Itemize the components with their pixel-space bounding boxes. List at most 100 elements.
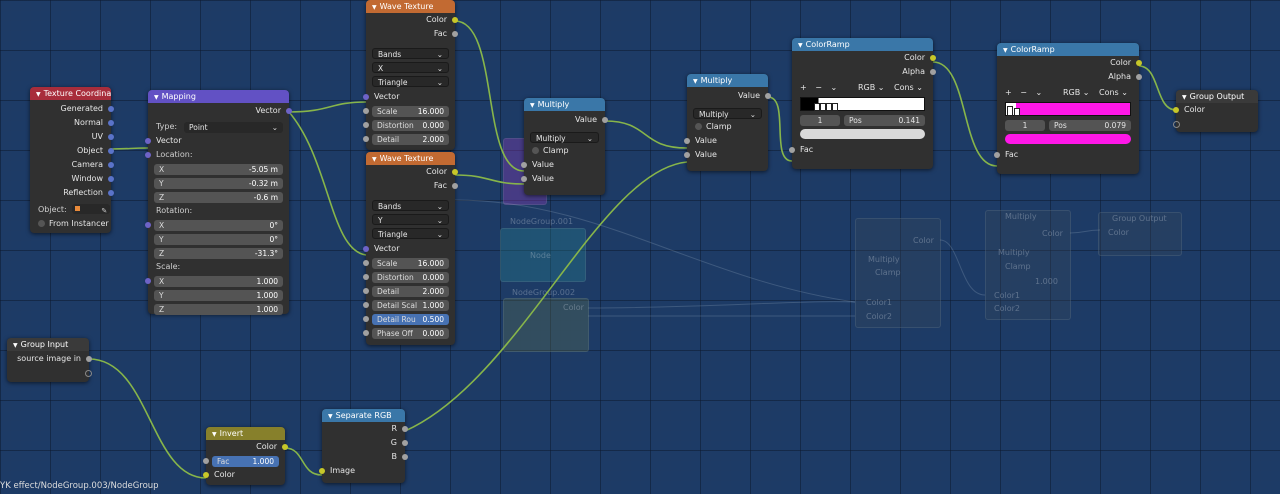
distortion-field-row[interactable]: Distortion 0.000 bbox=[363, 270, 455, 284]
operation-row[interactable]: Multiply ⌄ bbox=[687, 106, 768, 120]
color-ramp-gradient[interactable] bbox=[1005, 102, 1131, 116]
add-stop-button[interactable]: + bbox=[1005, 88, 1012, 97]
clamp-row[interactable]: Clamp bbox=[524, 144, 605, 158]
output-socket[interactable] bbox=[1136, 60, 1142, 66]
colorramp-header[interactable]: ▼ ColorRamp bbox=[997, 43, 1139, 56]
color-mode-dropdown[interactable]: RGB ⌄ bbox=[858, 81, 885, 95]
operation-dropdown[interactable]: Multiply ⌄ bbox=[530, 132, 599, 143]
scale-field-row[interactable]: Scale 16.000 bbox=[363, 256, 455, 270]
detail-roughness-field-row[interactable]: Detail Rou 0.500 bbox=[363, 312, 455, 326]
wave-type-dropdown[interactable]: Bands ⌄ bbox=[372, 200, 449, 211]
math-multiply-node-2[interactable]: ▼ Multiply Value Multiply ⌄ Clamp Value Va… bbox=[684, 74, 771, 171]
math-header[interactable]: ▼ Multiply bbox=[687, 74, 768, 87]
colorramp-header[interactable]: ▼ ColorRamp bbox=[792, 38, 933, 51]
operation-dropdown[interactable]: Multiply ⌄ bbox=[693, 108, 762, 119]
input-socket[interactable] bbox=[363, 108, 369, 114]
output-socket[interactable] bbox=[108, 106, 114, 112]
phase-offset-field-row[interactable]: Phase Off 0.000 bbox=[363, 326, 455, 340]
input-socket[interactable] bbox=[145, 152, 151, 158]
eyedropper-icon[interactable]: ✎ bbox=[101, 204, 107, 218]
input-socket[interactable] bbox=[363, 122, 369, 128]
colorramp-node-1[interactable]: ▼ ColorRamp Color Alpha + − ⌄ RGB ⌄ Cons … bbox=[789, 38, 936, 169]
scale-y[interactable]: Y 1.000 bbox=[148, 288, 289, 302]
input-socket[interactable] bbox=[363, 94, 369, 100]
output-socket[interactable] bbox=[402, 426, 408, 432]
detail-field-row[interactable]: Detail 2.000 bbox=[363, 284, 455, 298]
mapping-node[interactable]: ▼ Mapping Vector Type: Point ⌄ Vector Loca… bbox=[145, 90, 292, 316]
output-socket[interactable] bbox=[1136, 74, 1142, 80]
add-stop-button[interactable]: + bbox=[800, 83, 807, 92]
input-socket[interactable] bbox=[145, 278, 151, 284]
output-socket[interactable] bbox=[930, 69, 936, 75]
input-socket[interactable] bbox=[521, 176, 527, 182]
input-socket[interactable] bbox=[363, 136, 369, 142]
fac-row[interactable]: Fac 1.000 bbox=[203, 454, 285, 468]
group-output-node[interactable]: ▼ Group Output Color bbox=[1173, 90, 1258, 132]
invert-header[interactable]: ▼ Invert bbox=[206, 427, 285, 440]
output-socket[interactable] bbox=[402, 454, 408, 460]
interpolation-dropdown[interactable]: Cons ⌄ bbox=[1099, 86, 1128, 100]
ramp-stop-handle[interactable] bbox=[832, 103, 838, 111]
input-socket[interactable] bbox=[363, 302, 369, 308]
ramp-stop-handle[interactable] bbox=[1007, 106, 1013, 116]
location-x[interactable]: X -5.05 m bbox=[148, 162, 289, 176]
profile-dropdown[interactable]: Triangle ⌄ bbox=[372, 228, 449, 239]
stop-color-swatch[interactable] bbox=[1005, 134, 1131, 144]
group-input-header[interactable]: ▼ Group Input bbox=[7, 338, 89, 351]
output-socket[interactable] bbox=[765, 93, 771, 99]
scale-x[interactable]: X 1.000 bbox=[145, 274, 289, 288]
from-instancer-checkbox[interactable] bbox=[38, 220, 45, 227]
wave-texture-header[interactable]: ▼ Wave Texture bbox=[366, 152, 455, 165]
operation-row[interactable]: Multiply ⌄ bbox=[524, 130, 605, 144]
location-y[interactable]: Y -0.32 m bbox=[148, 176, 289, 190]
collapse-icon[interactable]: ▼ bbox=[798, 39, 803, 51]
math-multiply-node-1[interactable]: ▼ Multiply Value Multiply ⌄ Clamp Value Va… bbox=[521, 98, 608, 195]
texture-coordinate-node[interactable]: ▼Texture Coordinate Generated Normal UV … bbox=[30, 87, 114, 233]
scale-z[interactable]: Z 1.000 bbox=[148, 302, 289, 316]
input-socket[interactable] bbox=[145, 222, 151, 228]
empty-socket[interactable] bbox=[85, 370, 92, 377]
rotation-x[interactable]: X 0° bbox=[145, 218, 289, 232]
output-socket[interactable] bbox=[452, 183, 458, 189]
scale-field-row[interactable]: Scale 16.000 bbox=[363, 104, 455, 118]
rotation-y[interactable]: Y 0° bbox=[148, 232, 289, 246]
wave-texture-node-1[interactable]: ▼ Wave Texture Color Fac Bands ⌄ X ⌄ Triang… bbox=[363, 0, 458, 150]
input-socket[interactable] bbox=[1173, 107, 1179, 113]
from-instancer-row[interactable]: From Instancer bbox=[30, 217, 111, 231]
collapse-icon[interactable]: ▼ bbox=[154, 91, 159, 103]
input-socket[interactable] bbox=[203, 458, 209, 464]
wave-type-dropdown[interactable]: Bands ⌄ bbox=[372, 48, 449, 59]
detail-scale-field-row[interactable]: Detail Scal 1.000 bbox=[363, 298, 455, 312]
collapse-icon[interactable]: ▼ bbox=[693, 75, 698, 87]
input-socket[interactable] bbox=[684, 138, 690, 144]
input-socket[interactable] bbox=[363, 260, 369, 266]
ramp-menu-button[interactable]: ⌄ bbox=[1036, 88, 1043, 97]
profile-dropdown-row[interactable]: Triangle ⌄ bbox=[366, 226, 455, 240]
clamp-row[interactable]: Clamp bbox=[687, 120, 768, 134]
input-socket[interactable] bbox=[684, 152, 690, 158]
output-socket[interactable] bbox=[108, 162, 114, 168]
group-input-node[interactable]: ▼ Group Input source image in bbox=[7, 338, 92, 382]
input-socket[interactable] bbox=[203, 472, 209, 478]
location-z[interactable]: Z -0.6 m bbox=[148, 190, 289, 204]
ramp-stop-handle[interactable] bbox=[1014, 108, 1020, 116]
texture-coordinate-header[interactable]: ▼Texture Coordinate bbox=[30, 87, 111, 100]
collapse-icon[interactable]: ▼ bbox=[13, 339, 18, 351]
input-socket[interactable] bbox=[363, 330, 369, 336]
collapse-icon[interactable]: ▼ bbox=[372, 1, 377, 13]
separate-rgb-node[interactable]: ▼ Separate RGB R G B Image bbox=[319, 409, 408, 483]
output-socket[interactable] bbox=[108, 190, 114, 196]
interpolation-dropdown[interactable]: Cons ⌄ bbox=[894, 81, 923, 95]
collapse-icon[interactable]: ▼ bbox=[328, 410, 333, 422]
output-socket[interactable] bbox=[108, 120, 114, 126]
input-socket[interactable] bbox=[319, 468, 325, 474]
direction-dropdown-row[interactable]: X ⌄ bbox=[366, 60, 455, 74]
bands-dropdown-row[interactable]: Bands ⌄ bbox=[366, 198, 455, 212]
mapping-header[interactable]: ▼ Mapping bbox=[148, 90, 289, 103]
input-socket[interactable] bbox=[789, 147, 795, 153]
input-socket[interactable] bbox=[521, 162, 527, 168]
clamp-checkbox[interactable] bbox=[695, 123, 702, 130]
output-socket[interactable] bbox=[402, 440, 408, 446]
input-socket[interactable] bbox=[363, 288, 369, 294]
empty-socket[interactable] bbox=[1173, 121, 1180, 128]
